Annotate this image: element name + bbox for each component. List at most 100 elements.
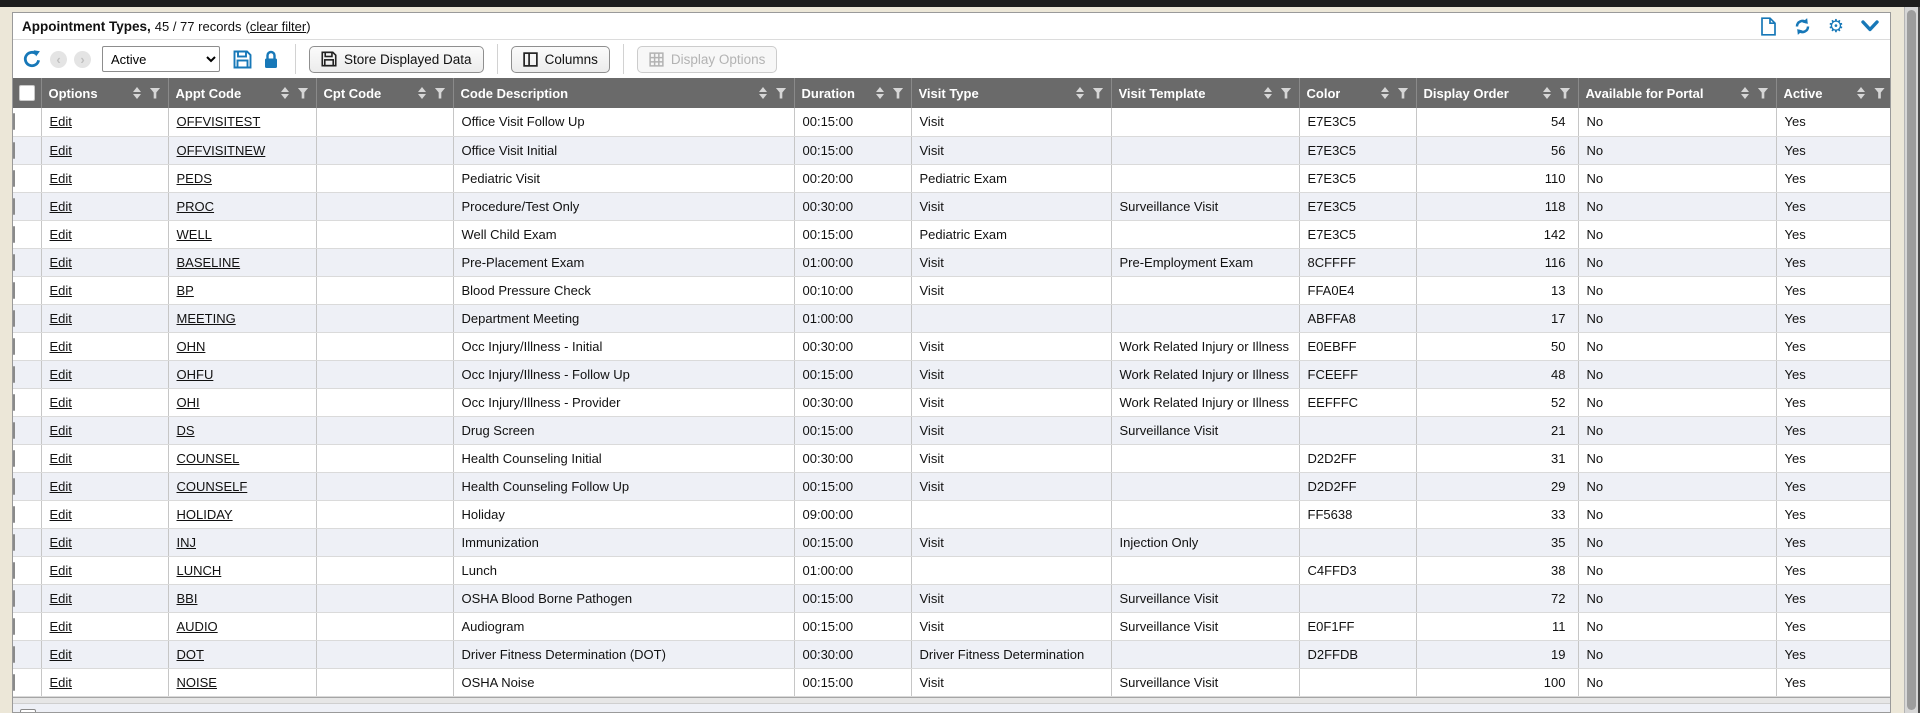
appt-code-link[interactable]: NOISE xyxy=(177,675,217,690)
edit-link[interactable]: Edit xyxy=(50,535,72,550)
scrollbar-thumb[interactable] xyxy=(1907,10,1916,710)
appt-code-link[interactable]: COUNSEL xyxy=(177,451,240,466)
row-checkbox[interactable] xyxy=(13,562,15,579)
sort-icon[interactable] xyxy=(418,87,426,99)
row-checkbox[interactable] xyxy=(13,478,15,495)
row-checkbox[interactable] xyxy=(13,170,15,187)
sort-icon[interactable] xyxy=(1076,87,1084,99)
edit-link[interactable]: Edit xyxy=(50,143,72,158)
row-checkbox[interactable] xyxy=(13,198,15,215)
column-header-duration[interactable]: Duration xyxy=(794,78,911,108)
sort-icon[interactable] xyxy=(1857,87,1865,99)
row-checkbox[interactable] xyxy=(13,590,15,607)
select-all-header[interactable] xyxy=(13,78,41,108)
row-checkbox[interactable] xyxy=(13,226,15,243)
appt-code-link[interactable]: DS xyxy=(177,423,195,438)
appt-code-link[interactable]: WELL xyxy=(177,227,212,242)
column-header-visit_template[interactable]: Visit Template xyxy=(1111,78,1299,108)
view-filter-select[interactable]: Active xyxy=(102,46,220,72)
column-header-color[interactable]: Color xyxy=(1299,78,1416,108)
select-all-checkbox[interactable] xyxy=(19,85,35,101)
edit-link[interactable]: Edit xyxy=(50,479,72,494)
appt-code-link[interactable]: BASELINE xyxy=(177,255,241,270)
chevron-right-icon[interactable]: › xyxy=(74,51,91,68)
column-header-display_order[interactable]: Display Order xyxy=(1416,78,1578,108)
filter-icon[interactable] xyxy=(1398,88,1409,99)
filter-icon[interactable] xyxy=(776,88,787,99)
filter-icon[interactable] xyxy=(1281,88,1292,99)
sort-icon[interactable] xyxy=(133,87,141,99)
sort-icon[interactable] xyxy=(759,87,767,99)
filter-icon[interactable] xyxy=(1093,88,1104,99)
row-checkbox[interactable] xyxy=(13,646,15,663)
appt-code-link[interactable]: OHFU xyxy=(177,367,214,382)
sort-icon[interactable] xyxy=(1741,87,1749,99)
column-header-active[interactable]: Active xyxy=(1776,78,1891,108)
appt-code-link[interactable]: OFFVISITNEW xyxy=(177,143,266,158)
appt-code-link[interactable]: BBI xyxy=(177,591,198,606)
appt-code-link[interactable]: COUNSELF xyxy=(177,479,248,494)
row-checkbox[interactable] xyxy=(13,310,15,327)
floppy-save-view-icon[interactable] xyxy=(231,48,253,70)
row-checkbox[interactable] xyxy=(13,618,15,635)
row-checkbox[interactable] xyxy=(13,254,15,271)
store-displayed-data-button[interactable]: Store Displayed Data xyxy=(309,46,484,73)
vertical-scrollbar[interactable] xyxy=(1904,7,1918,713)
filter-icon[interactable] xyxy=(298,88,309,99)
row-checkbox[interactable] xyxy=(13,366,15,383)
refresh-icon[interactable] xyxy=(1792,16,1812,36)
undo-icon[interactable] xyxy=(21,48,43,70)
sort-icon[interactable] xyxy=(1543,87,1551,99)
row-checkbox[interactable] xyxy=(13,674,15,691)
column-header-description[interactable]: Code Description xyxy=(453,78,794,108)
edit-link[interactable]: Edit xyxy=(50,199,72,214)
edit-link[interactable]: Edit xyxy=(50,423,72,438)
appt-code-link[interactable]: PROC xyxy=(177,199,215,214)
edit-link[interactable]: Edit xyxy=(50,451,72,466)
row-checkbox[interactable] xyxy=(13,338,15,355)
appt-code-link[interactable]: AUDIO xyxy=(177,619,218,634)
row-checkbox[interactable] xyxy=(13,534,15,551)
appt-code-link[interactable]: INJ xyxy=(177,535,197,550)
sort-icon[interactable] xyxy=(1381,87,1389,99)
column-header-visit_type[interactable]: Visit Type xyxy=(911,78,1111,108)
appt-code-link[interactable]: DOT xyxy=(177,647,204,662)
edit-link[interactable]: Edit xyxy=(50,114,72,129)
edit-link[interactable]: Edit xyxy=(50,227,72,242)
row-checkbox[interactable] xyxy=(13,506,15,523)
chevron-down-icon[interactable] xyxy=(1860,16,1880,36)
row-checkbox[interactable] xyxy=(13,113,15,130)
row-checkbox[interactable] xyxy=(13,282,15,299)
edit-link[interactable]: Edit xyxy=(50,507,72,522)
appt-code-link[interactable]: LUNCH xyxy=(177,563,222,578)
column-header-options[interactable]: Options xyxy=(41,78,168,108)
filter-icon[interactable] xyxy=(893,88,904,99)
edit-link[interactable]: Edit xyxy=(50,675,72,690)
edit-link[interactable]: Edit xyxy=(50,563,72,578)
column-header-portal[interactable]: Available for Portal xyxy=(1578,78,1776,108)
edit-link[interactable]: Edit xyxy=(50,339,72,354)
edit-link[interactable]: Edit xyxy=(50,395,72,410)
edit-link[interactable]: Edit xyxy=(50,311,72,326)
edit-link[interactable]: Edit xyxy=(50,171,72,186)
appt-code-link[interactable]: HOLIDAY xyxy=(177,507,233,522)
gear-icon[interactable]: ⚙ xyxy=(1826,16,1846,36)
row-checkbox[interactable] xyxy=(20,709,36,713)
appt-code-link[interactable]: OHN xyxy=(177,339,206,354)
edit-link[interactable]: Edit xyxy=(50,591,72,606)
row-checkbox[interactable] xyxy=(13,422,15,439)
filter-icon[interactable] xyxy=(1560,88,1571,99)
appt-code-link[interactable]: PEDS xyxy=(177,171,212,186)
filter-icon[interactable] xyxy=(1874,88,1885,99)
appt-code-link[interactable]: OHI xyxy=(177,395,200,410)
chevron-left-icon[interactable]: ‹ xyxy=(50,51,67,68)
appt-code-link[interactable]: BP xyxy=(177,283,194,298)
columns-button[interactable]: Columns xyxy=(511,46,610,73)
edit-link[interactable]: Edit xyxy=(50,367,72,382)
edit-link[interactable]: Edit xyxy=(50,283,72,298)
clear-filter-link[interactable]: clear filter xyxy=(250,19,306,34)
sort-icon[interactable] xyxy=(1264,87,1272,99)
edit-link[interactable]: Edit xyxy=(50,619,72,634)
edit-link[interactable]: Edit xyxy=(50,647,72,662)
column-header-appt_code[interactable]: Appt Code xyxy=(168,78,316,108)
